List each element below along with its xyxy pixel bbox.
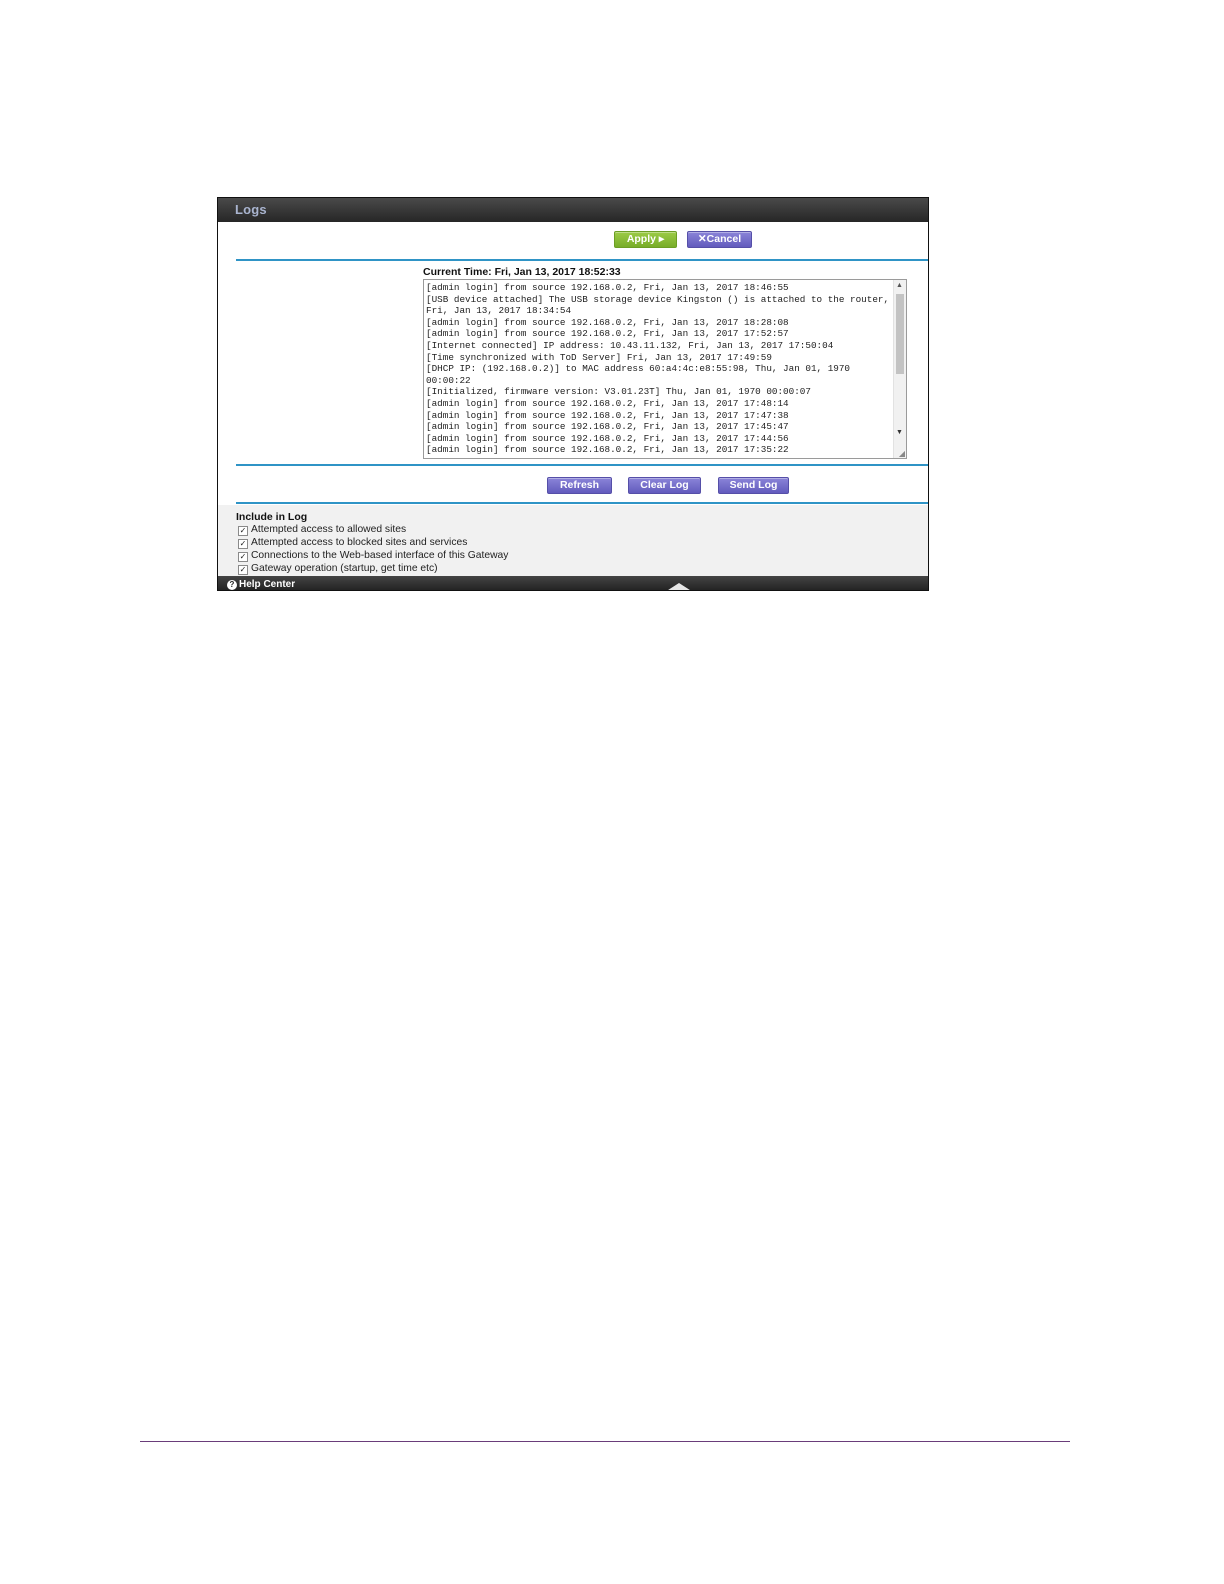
help-center-label: Help Center xyxy=(239,579,296,590)
apply-button[interactable]: Apply ▸ xyxy=(614,231,677,248)
title-bar: Logs xyxy=(218,198,928,222)
checkmark-icon: ✓ xyxy=(239,539,247,548)
option-label: Gateway operation (startup, get time etc… xyxy=(251,563,438,574)
checkmark-icon: ✓ xyxy=(239,565,247,574)
send-log-button[interactable]: Send Log xyxy=(718,477,789,494)
divider-bottom xyxy=(236,502,928,504)
option-web-connections[interactable]: ✓ Connections to the Web-based interface … xyxy=(238,550,508,562)
logs-panel: Logs Apply ▸ ✕Cancel Current Time: Fri, … xyxy=(217,197,929,591)
resize-grip-icon[interactable]: ◢ xyxy=(899,449,905,458)
checkbox-allowed-sites[interactable]: ✓ xyxy=(238,526,248,536)
log-textarea[interactable]: [admin login] from source 192.168.0.2, F… xyxy=(423,279,907,459)
checkmark-icon: ✓ xyxy=(239,526,247,535)
scroll-thumb[interactable] xyxy=(896,294,904,374)
scroll-down-arrow-icon[interactable]: ▼ xyxy=(896,429,903,436)
help-center-link[interactable]: ? Help Center xyxy=(227,579,295,590)
include-in-log-title: Include in Log xyxy=(236,511,308,523)
option-label: Attempted access to allowed sites xyxy=(251,524,407,535)
page-footer-rule xyxy=(140,1441,1070,1442)
log-text: [admin login] from source 192.168.0.2, F… xyxy=(426,282,890,456)
cancel-button[interactable]: ✕Cancel xyxy=(687,231,752,248)
page-title: Logs xyxy=(235,202,267,217)
include-in-log-section: Include in Log ✓ Attempted access to allo… xyxy=(218,505,928,576)
option-blocked-sites[interactable]: ✓ Attempted access to blocked sites and s… xyxy=(238,537,467,549)
footer-bar: ? Help Center xyxy=(218,576,928,590)
option-label: Attempted access to blocked sites and se… xyxy=(251,537,468,548)
log-scrollbar[interactable]: ▲ ▼ xyxy=(893,280,906,458)
option-gateway-operation[interactable]: ✓ Gateway operation (startup, get time et… xyxy=(238,563,438,575)
checkmark-icon: ✓ xyxy=(239,552,247,561)
clear-log-button[interactable]: Clear Log xyxy=(628,477,701,494)
triangle-up-icon[interactable] xyxy=(665,583,693,590)
checkbox-web-connections[interactable]: ✓ xyxy=(238,552,248,562)
help-circle-icon: ? xyxy=(227,580,237,590)
option-allowed-sites[interactable]: ✓ Attempted access to allowed sites xyxy=(238,524,406,536)
refresh-button[interactable]: Refresh xyxy=(547,477,612,494)
divider-top xyxy=(236,259,928,261)
current-time: Current Time: Fri, Jan 13, 2017 18:52:33 xyxy=(423,266,621,278)
divider-middle xyxy=(236,464,928,466)
checkbox-gateway-operation[interactable]: ✓ xyxy=(238,565,248,575)
checkbox-blocked-sites[interactable]: ✓ xyxy=(238,539,248,549)
option-label: Connections to the Web-based interface o… xyxy=(251,550,509,561)
scroll-up-arrow-icon[interactable]: ▲ xyxy=(896,282,903,289)
